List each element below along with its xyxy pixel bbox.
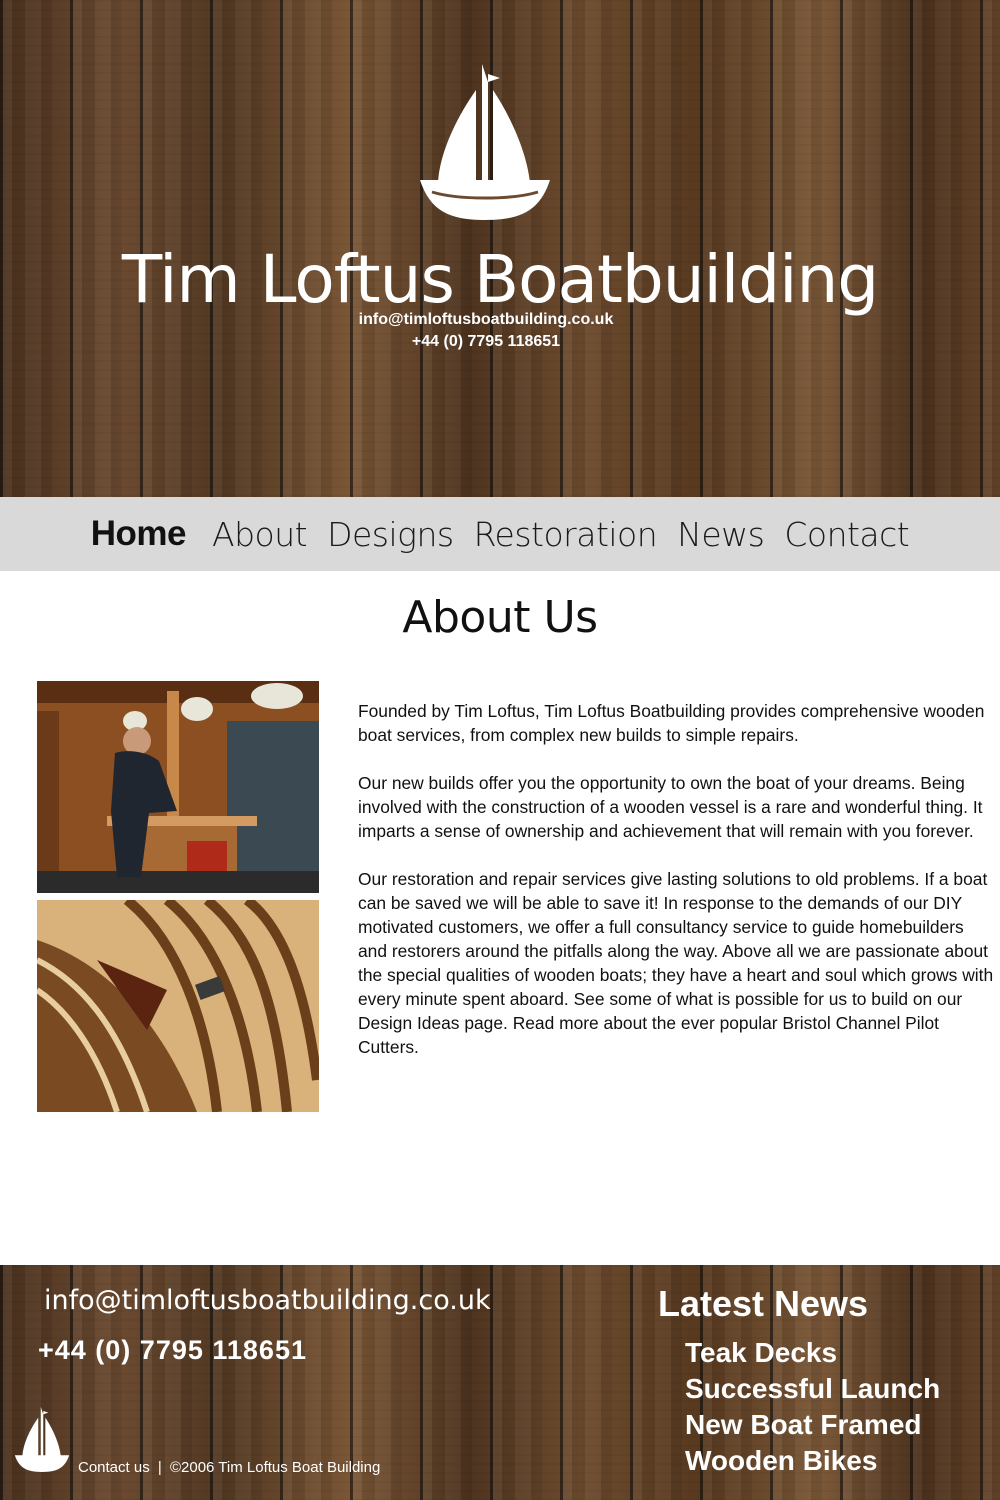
latest-news-list: Teak Decks Successful Launch New Boat Fr… (685, 1335, 940, 1479)
about-paragraph: Founded by Tim Loftus, Tim Loftus Boatbu… (358, 701, 985, 745)
about-content: Founded by Tim Loftus, Tim Loftus Boatbu… (358, 699, 994, 1083)
site-footer: info@timloftusboatbuilding.co.uk +44 (0)… (0, 1265, 1000, 1500)
site-title: Tim Loftus Boatbuilding (121, 241, 879, 318)
footer-copyright: ©2006 Tim Loftus Boat Building (169, 1459, 381, 1476)
nav-item-about[interactable]: About (212, 515, 308, 554)
page-title: About Us (402, 592, 598, 643)
about-paragraph: Our restoration and repair services give… (358, 869, 994, 1057)
news-item-link[interactable]: Wooden Bikes (685, 1443, 940, 1479)
footer-contact-link[interactable]: Contact us (78, 1459, 150, 1476)
boat-frames-photo (37, 900, 319, 1112)
nav-item-contact[interactable]: Contact (784, 515, 909, 554)
header-email-link[interactable]: info@timloftusboatbuilding.co.uk (0, 311, 986, 329)
about-paragraph: Our new builds offer you the opportunity… (358, 773, 983, 841)
nav-item-designs[interactable]: Designs (327, 515, 454, 554)
nav-item-home[interactable]: Home (91, 514, 187, 554)
hero-header: Tim Loftus Boatbuilding info@timloftusbo… (0, 0, 1000, 497)
news-item-link[interactable]: New Boat Framed (685, 1407, 940, 1443)
footer-bottom-bar: Contact us | ©2006 Tim Loftus Boat Build… (78, 1459, 384, 1476)
sailboat-icon (14, 1406, 70, 1473)
boatbuilder-cabin-photo (37, 681, 319, 893)
nav-item-news[interactable]: News (677, 515, 765, 554)
nav-item-restoration[interactable]: Restoration (474, 515, 658, 554)
main-navigation: Home About Designs Restoration News Cont… (0, 497, 1000, 571)
news-item-link[interactable]: Teak Decks (685, 1335, 940, 1371)
news-item-link[interactable]: Successful Launch (685, 1371, 940, 1407)
header-phone: +44 (0) 7795 118651 (411, 333, 561, 350)
latest-news-heading: Latest News (658, 1283, 869, 1324)
footer-phone: +44 (0) 7795 118651 (38, 1335, 307, 1365)
footer-email-link[interactable]: info@timloftusboatbuilding.co.uk (44, 1285, 491, 1316)
sailboat-icon (420, 64, 550, 220)
footer-separator: | (157, 1459, 162, 1476)
